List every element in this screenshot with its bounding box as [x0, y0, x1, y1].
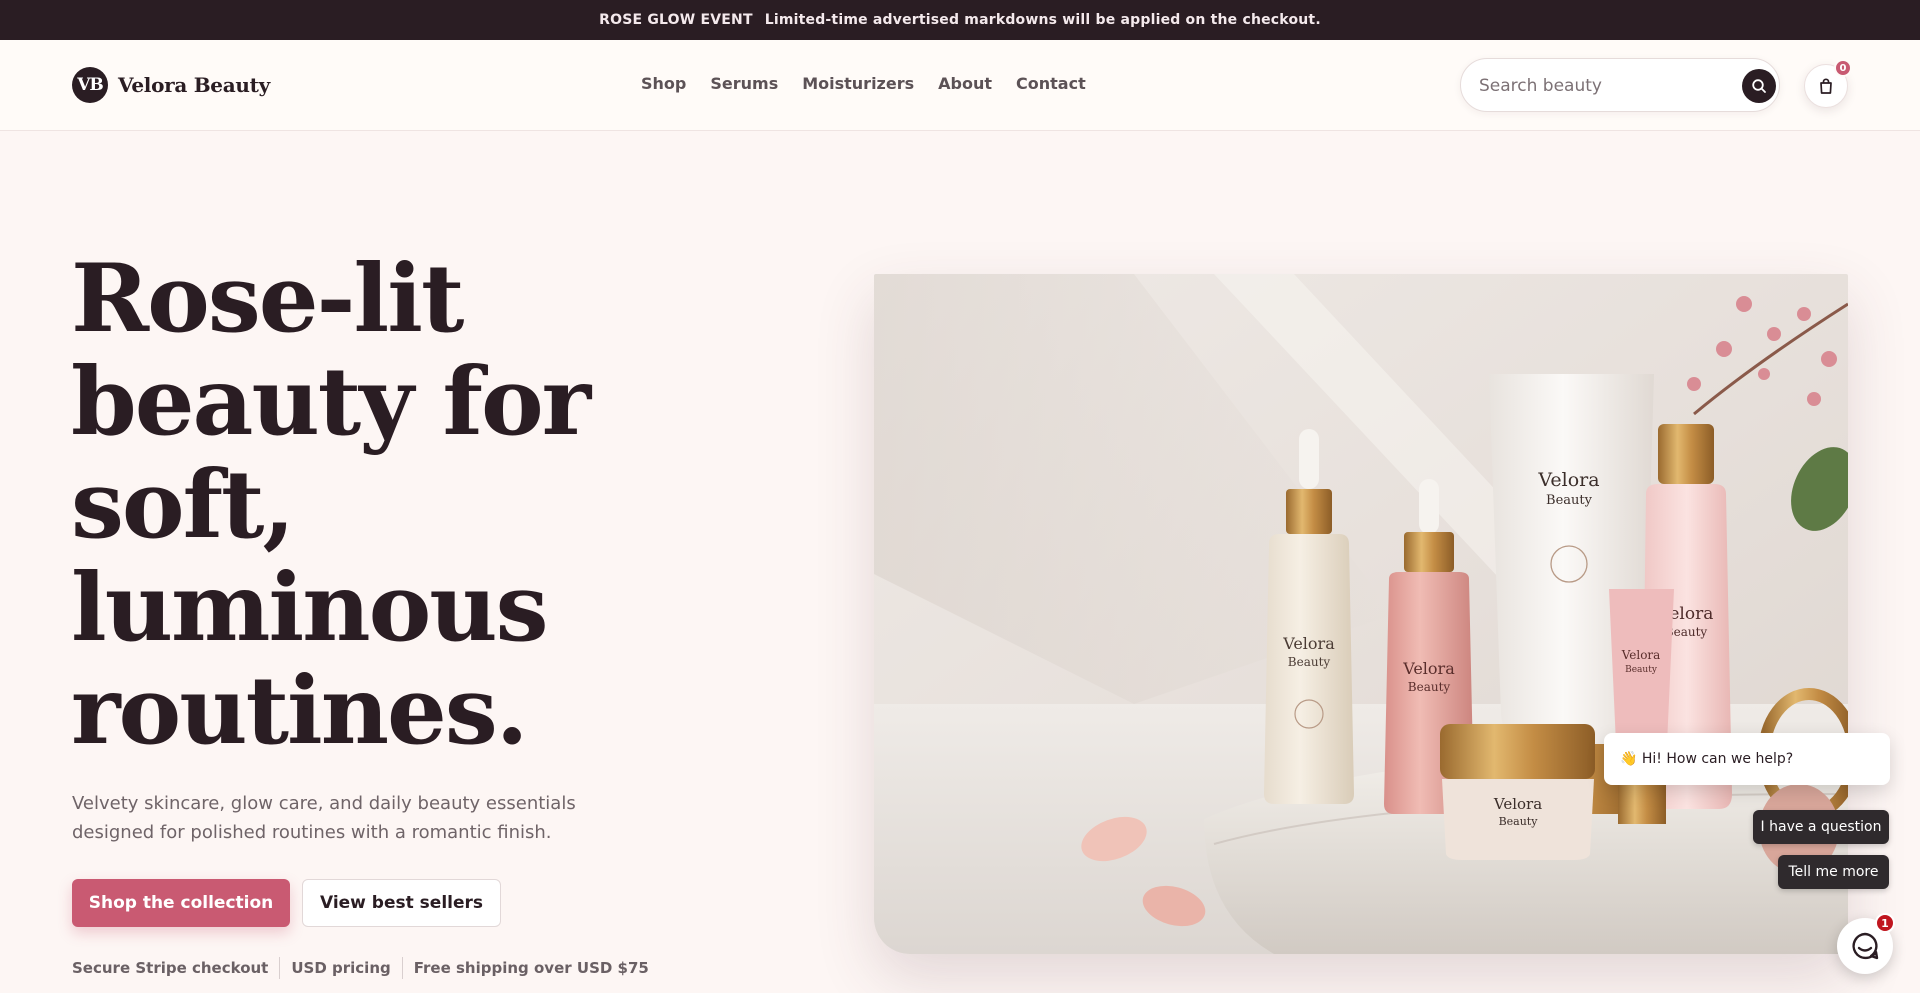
hero-subtitle: Velvety skincare, glow care, and daily b…	[72, 793, 576, 843]
search-icon	[1752, 79, 1766, 93]
search-button[interactable]	[1742, 69, 1776, 103]
nav-shop[interactable]: Shop	[641, 74, 686, 94]
jar-label-brand: Velora	[1493, 795, 1542, 813]
jar-label-sub: Beauty	[1499, 815, 1539, 828]
announcement-text: Limited-time advertised markdowns will b…	[764, 12, 1321, 28]
small-tube-label-sub: Beauty	[1625, 665, 1658, 675]
announcement-bar: ROSE GLOW EVENT Limited-time advertised …	[0, 0, 1920, 40]
announcement-label: ROSE GLOW EVENT	[599, 12, 753, 28]
bottle-label-sub-2: Beauty	[1408, 680, 1451, 694]
site-header: VB Velora Beauty Shop Serums Moisturizer…	[0, 40, 1920, 131]
search-input[interactable]	[1479, 73, 1719, 99]
best-sellers-button[interactable]: View best sellers	[302, 879, 501, 927]
bottle-label-brand-1: Velora	[1282, 634, 1335, 653]
shopping-bag-icon	[1820, 78, 1832, 94]
chat-option-more[interactable]: Tell me more	[1778, 855, 1889, 889]
hero-product-image: Velora Beauty Velora Beauty Velora Beaut…	[874, 274, 1848, 954]
cart-count-badge: 0	[1834, 59, 1852, 77]
trust-free-shipping: Free shipping over USD $75	[413, 959, 649, 977]
search-box	[1460, 58, 1780, 112]
nav-about[interactable]: About	[938, 74, 992, 94]
tube-label-sub: Beauty	[1546, 493, 1593, 508]
nav-contact[interactable]: Contact	[1016, 74, 1086, 94]
bottle-label-sub-1: Beauty	[1288, 655, 1331, 669]
chat-unread-badge: 1	[1875, 913, 1895, 933]
small-tube-label-brand: Velora	[1621, 648, 1661, 662]
brand-name: Velora Beauty	[118, 73, 270, 97]
hero-title: Rose-lit beauty for soft, luminous routi…	[71, 244, 591, 766]
divider	[401, 957, 403, 979]
nav-serums[interactable]: Serums	[710, 74, 778, 94]
main-nav: Shop Serums Moisturizers About Contact	[641, 74, 1086, 94]
nav-moisturizers[interactable]: Moisturizers	[802, 74, 914, 94]
chat-greeting: 👋 Hi! How can we help?	[1604, 733, 1890, 785]
bottle-label-brand-2: Velora	[1402, 659, 1455, 678]
trust-secure-checkout: Secure Stripe checkout	[72, 959, 269, 977]
product-photo: Velora Beauty Velora Beauty Velora Beaut…	[874, 274, 1848, 954]
trust-badges: Secure Stripe checkout USD pricing Free …	[72, 957, 649, 979]
trust-usd-pricing: USD pricing	[291, 959, 391, 977]
tube-label-brand: Velora	[1537, 469, 1599, 491]
brand-logo[interactable]: VB Velora Beauty	[72, 67, 270, 103]
logo-badge: VB	[72, 67, 108, 103]
divider	[279, 957, 281, 979]
chat-icon	[1852, 932, 1879, 960]
chat-option-question[interactable]: I have a question	[1753, 810, 1889, 844]
shop-collection-button[interactable]: Shop the collection	[72, 879, 290, 927]
